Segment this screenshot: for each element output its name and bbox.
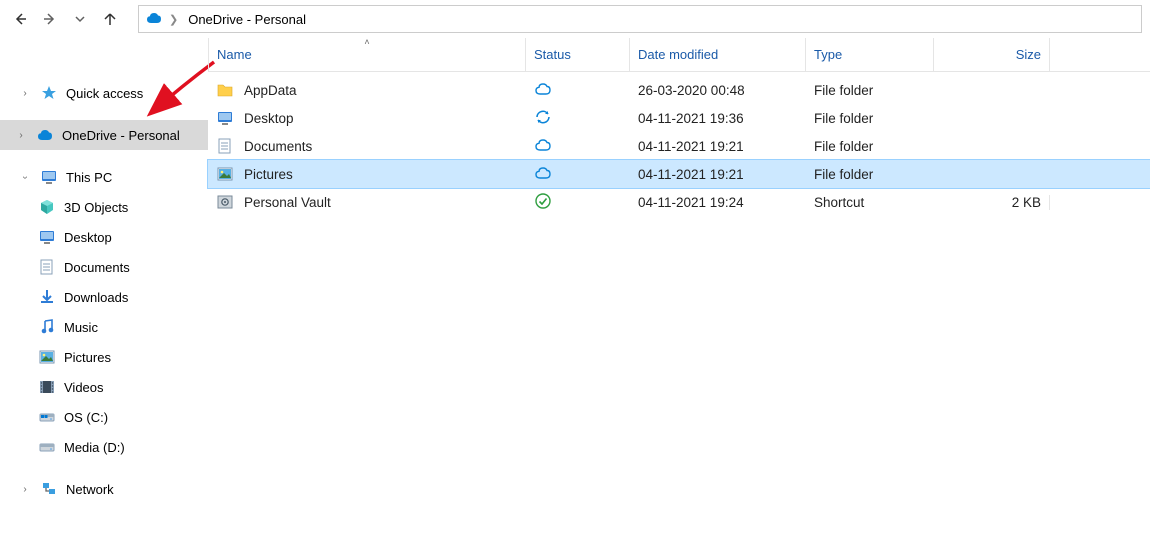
column-label: Status: [534, 47, 571, 62]
file-date: 04-11-2021 19:36: [638, 111, 744, 126]
sidebar-item-music[interactable]: Music: [0, 312, 208, 342]
file-row[interactable]: Desktop 04-11-2021 19:36 File folder: [208, 104, 1150, 132]
sidebar-item-label: Network: [66, 482, 114, 497]
sidebar-item-desktop[interactable]: Desktop: [0, 222, 208, 252]
monitor-icon: [40, 168, 58, 186]
up-button[interactable]: [98, 7, 122, 31]
documents-icon: [216, 137, 234, 155]
sidebar-item-label: 3D Objects: [64, 200, 128, 215]
file-type: File folder: [814, 139, 873, 154]
pictures-icon: [38, 348, 56, 366]
file-type: Shortcut: [814, 195, 864, 210]
3d-objects-icon: [38, 198, 56, 216]
column-header-type[interactable]: Type: [806, 38, 934, 71]
file-date: 04-11-2021 19:24: [638, 195, 744, 210]
chevron-right-icon[interactable]: ›: [16, 130, 26, 141]
chevron-right-icon[interactable]: ❯: [169, 13, 178, 26]
file-name: AppData: [244, 83, 297, 98]
chevron-right-icon[interactable]: ›: [20, 484, 30, 495]
vault-icon: [216, 193, 234, 211]
sidebar-item-label: Quick access: [66, 86, 143, 101]
music-icon: [38, 318, 56, 336]
sidebar-item-pictures[interactable]: Pictures: [0, 342, 208, 372]
file-row[interactable]: Pictures 04-11-2021 19:21 File folder: [208, 160, 1150, 188]
chevron-down-icon[interactable]: ›: [20, 172, 31, 182]
back-button[interactable]: [8, 7, 32, 31]
file-list: ˄ Name Status Date modified Type Size Ap…: [208, 38, 1150, 534]
file-type: File folder: [814, 83, 873, 98]
sidebar-item-3d-objects[interactable]: 3D Objects: [0, 192, 208, 222]
column-header-date[interactable]: Date modified: [630, 38, 806, 71]
network-icon: [40, 480, 58, 498]
file-name: Personal Vault: [244, 195, 331, 210]
synced-status-icon: [534, 192, 552, 213]
media-drive-icon: [38, 438, 56, 456]
column-label: Type: [814, 47, 842, 62]
sidebar-item-os-c-[interactable]: OS (C:): [0, 402, 208, 432]
videos-icon: [38, 378, 56, 396]
sidebar-item-quick-access[interactable]: › Quick access: [0, 78, 208, 108]
breadcrumb-label: OneDrive - Personal: [188, 12, 306, 27]
sidebar-item-label: Pictures: [64, 350, 111, 365]
os-drive-icon: [38, 408, 56, 426]
sidebar-item-network[interactable]: › Network: [0, 474, 208, 504]
sidebar-item-media-d-[interactable]: Media (D:): [0, 432, 208, 462]
file-date: 04-11-2021 19:21: [638, 167, 744, 182]
cloud-status-icon: [534, 164, 552, 185]
sort-ascending-icon: ˄: [364, 37, 369, 47]
file-type: File folder: [814, 111, 873, 126]
onedrive-icon: [145, 9, 163, 30]
file-row[interactable]: Documents 04-11-2021 19:21 File folder: [208, 132, 1150, 160]
navigation-toolbar: ❯ OneDrive - Personal: [0, 0, 1150, 38]
documents-icon: [38, 258, 56, 276]
chevron-right-icon[interactable]: ›: [20, 88, 30, 99]
column-header-name[interactable]: ˄ Name: [208, 38, 526, 71]
sidebar-item-onedrive[interactable]: › OneDrive - Personal: [0, 120, 208, 150]
sidebar-item-downloads[interactable]: Downloads: [0, 282, 208, 312]
navigation-tree: › Quick access › OneDrive - Personal › T…: [0, 38, 208, 534]
sidebar-item-this-pc[interactable]: › This PC: [0, 162, 208, 192]
file-size: 2 KB: [1012, 195, 1041, 210]
column-label: Size: [1016, 47, 1041, 62]
file-name: Documents: [244, 139, 312, 154]
file-date: 26-03-2020 00:48: [638, 83, 745, 98]
desktop-icon: [216, 109, 234, 127]
file-row[interactable]: Personal Vault 04-11-2021 19:24 Shortcut 2 …: [208, 188, 1150, 216]
file-row[interactable]: AppData 26-03-2020 00:48 File folder: [208, 76, 1150, 104]
sidebar-item-label: Videos: [64, 380, 104, 395]
column-header-size[interactable]: Size: [934, 38, 1050, 71]
column-header-status[interactable]: Status: [526, 38, 630, 71]
desktop-icon: [38, 228, 56, 246]
sidebar-item-label: Downloads: [64, 290, 128, 305]
sidebar-item-label: Media (D:): [64, 440, 125, 455]
sidebar-item-videos[interactable]: Videos: [0, 372, 208, 402]
pictures-icon: [216, 165, 234, 183]
sidebar-item-documents[interactable]: Documents: [0, 252, 208, 282]
sidebar-item-label: Music: [64, 320, 98, 335]
sidebar-item-label: OneDrive - Personal: [62, 128, 180, 143]
downloads-icon: [38, 288, 56, 306]
forward-button[interactable]: [38, 7, 62, 31]
breadcrumb-segment[interactable]: OneDrive - Personal: [184, 10, 310, 29]
file-type: File folder: [814, 167, 873, 182]
onedrive-icon: [36, 126, 54, 144]
sidebar-item-label: Documents: [64, 260, 130, 275]
sidebar-item-label: Desktop: [64, 230, 112, 245]
cloud-status-icon: [534, 136, 552, 157]
column-label: Date modified: [638, 47, 718, 62]
sidebar-item-label: This PC: [66, 170, 112, 185]
file-name: Pictures: [244, 167, 293, 182]
column-label: Name: [217, 47, 252, 62]
syncing-status-icon: [534, 108, 552, 129]
file-date: 04-11-2021 19:21: [638, 139, 744, 154]
star-icon: [40, 84, 58, 102]
cloud-status-icon: [534, 80, 552, 101]
file-name: Desktop: [244, 111, 294, 126]
folder-icon: [216, 81, 234, 99]
column-headers: ˄ Name Status Date modified Type Size: [208, 38, 1150, 72]
sidebar-item-label: OS (C:): [64, 410, 108, 425]
address-bar[interactable]: ❯ OneDrive - Personal: [138, 5, 1142, 33]
recent-locations-dropdown[interactable]: [68, 7, 92, 31]
